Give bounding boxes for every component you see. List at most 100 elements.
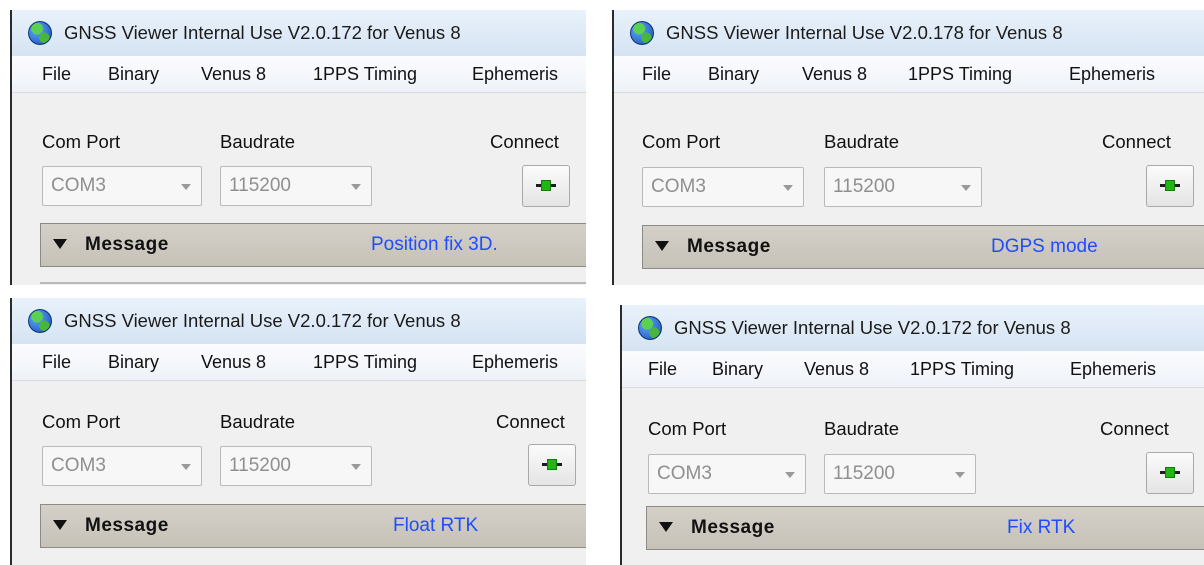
chevron-down-icon bbox=[181, 184, 191, 190]
menu-ephemeris[interactable]: Ephemeris bbox=[1069, 64, 1155, 85]
title-bar[interactable]: GNSS Viewer Internal Use V2.0.172 for Ve… bbox=[12, 10, 586, 57]
baudrate-label: Baudrate bbox=[220, 411, 296, 432]
status-text: Fix RTK bbox=[1007, 517, 1076, 538]
menu-venus8[interactable]: Venus 8 bbox=[802, 64, 867, 85]
window-panel-bottom-left: GNSS Viewer Internal Use V2.0.172 for Ve… bbox=[10, 298, 586, 565]
menu-1pps-timing[interactable]: 1PPS Timing bbox=[313, 352, 417, 373]
content-area: Com Port Baudrate Connect COM3 115200 Me… bbox=[614, 93, 1204, 285]
menu-1pps-timing[interactable]: 1PPS Timing bbox=[908, 64, 1012, 85]
com-port-select[interactable]: COM3 bbox=[42, 166, 202, 206]
connect-button[interactable] bbox=[528, 444, 576, 486]
status-text: Position fix 3D. bbox=[371, 234, 498, 255]
baudrate-value: 115200 bbox=[229, 175, 291, 196]
title-bar[interactable]: GNSS Viewer Internal Use V2.0.178 for Ve… bbox=[614, 10, 1204, 57]
baudrate-select[interactable]: 115200 bbox=[220, 166, 372, 206]
triangle-down-icon bbox=[659, 522, 673, 532]
com-port-label: Com Port bbox=[42, 411, 121, 432]
connect-button[interactable] bbox=[522, 165, 570, 207]
menu-binary[interactable]: Binary bbox=[108, 64, 159, 85]
globe-icon bbox=[28, 21, 52, 45]
baudrate-value: 115200 bbox=[833, 463, 895, 484]
com-port-value: COM3 bbox=[51, 455, 106, 476]
com-port-select[interactable]: COM3 bbox=[648, 454, 806, 494]
menu-file[interactable]: File bbox=[42, 64, 71, 85]
chevron-down-icon bbox=[955, 472, 965, 478]
triangle-down-icon bbox=[53, 239, 67, 249]
message-label: Message bbox=[85, 515, 169, 536]
menu-bar: File Binary Venus 8 1PPS Timing Ephemeri… bbox=[614, 56, 1204, 93]
menu-ephemeris[interactable]: Ephemeris bbox=[1070, 359, 1156, 380]
com-port-value: COM3 bbox=[651, 176, 706, 197]
menu-binary[interactable]: Binary bbox=[108, 352, 159, 373]
triangle-down-icon bbox=[655, 241, 669, 251]
content-area: Com Port Baudrate Connect COM3 115200 Me… bbox=[622, 388, 1204, 565]
window-title: GNSS Viewer Internal Use V2.0.178 for Ve… bbox=[666, 22, 1063, 43]
status-text: DGPS mode bbox=[991, 236, 1098, 257]
chevron-down-icon bbox=[351, 184, 361, 190]
com-port-select[interactable]: COM3 bbox=[42, 446, 202, 486]
globe-icon bbox=[630, 21, 654, 45]
baudrate-select[interactable]: 115200 bbox=[824, 167, 982, 207]
window-panel-top-right: GNSS Viewer Internal Use V2.0.178 for Ve… bbox=[612, 10, 1204, 285]
menu-venus8[interactable]: Venus 8 bbox=[804, 359, 869, 380]
chevron-down-icon bbox=[181, 464, 191, 470]
divider bbox=[40, 282, 586, 284]
plug-icon bbox=[536, 180, 556, 191]
triangle-down-icon bbox=[53, 520, 67, 530]
menu-file[interactable]: File bbox=[42, 352, 71, 373]
baudrate-value: 115200 bbox=[833, 176, 895, 197]
connect-button[interactable] bbox=[1146, 165, 1194, 207]
menu-venus8[interactable]: Venus 8 bbox=[201, 352, 266, 373]
baudrate-select[interactable]: 115200 bbox=[220, 446, 372, 486]
com-port-select[interactable]: COM3 bbox=[642, 167, 804, 207]
window-panel-top-left: GNSS Viewer Internal Use V2.0.172 for Ve… bbox=[10, 10, 586, 285]
menu-venus8[interactable]: Venus 8 bbox=[201, 64, 266, 85]
chevron-down-icon bbox=[351, 464, 361, 470]
message-bar[interactable]: Message Position fix 3D. bbox=[40, 223, 586, 267]
title-bar[interactable]: GNSS Viewer Internal Use V2.0.172 for Ve… bbox=[12, 298, 586, 345]
plug-icon bbox=[1160, 467, 1180, 478]
globe-icon bbox=[638, 316, 662, 340]
menu-binary[interactable]: Binary bbox=[712, 359, 763, 380]
status-text: Float RTK bbox=[393, 515, 479, 536]
menu-1pps-timing[interactable]: 1PPS Timing bbox=[313, 64, 417, 85]
com-port-label: Com Port bbox=[642, 131, 721, 152]
chevron-down-icon bbox=[785, 472, 795, 478]
baudrate-label: Baudrate bbox=[220, 131, 296, 152]
message-bar[interactable]: Message Fix RTK bbox=[646, 506, 1204, 550]
chevron-down-icon bbox=[961, 185, 971, 191]
message-label: Message bbox=[691, 517, 775, 538]
menu-ephemeris[interactable]: Ephemeris bbox=[472, 64, 558, 85]
chevron-down-icon bbox=[783, 185, 793, 191]
menu-bar: File Binary Venus 8 1PPS Timing Ephemeri… bbox=[12, 344, 586, 381]
menu-file[interactable]: File bbox=[648, 359, 677, 380]
com-port-label: Com Port bbox=[648, 418, 727, 439]
baudrate-select[interactable]: 115200 bbox=[824, 454, 976, 494]
com-port-value: COM3 bbox=[657, 463, 712, 484]
menu-binary[interactable]: Binary bbox=[708, 64, 759, 85]
connect-label: Connect bbox=[1102, 131, 1171, 152]
window-title: GNSS Viewer Internal Use V2.0.172 for Ve… bbox=[674, 317, 1071, 338]
message-label: Message bbox=[687, 236, 771, 257]
menu-bar: File Binary Venus 8 1PPS Timing Ephemeri… bbox=[622, 351, 1204, 388]
plug-icon bbox=[1160, 180, 1180, 191]
connect-button[interactable] bbox=[1146, 452, 1194, 494]
baudrate-label: Baudrate bbox=[824, 131, 900, 152]
menu-file[interactable]: File bbox=[642, 64, 671, 85]
title-bar[interactable]: GNSS Viewer Internal Use V2.0.172 for Ve… bbox=[622, 305, 1204, 352]
menu-ephemeris[interactable]: Ephemeris bbox=[472, 352, 558, 373]
com-port-label: Com Port bbox=[42, 131, 121, 152]
globe-icon bbox=[28, 309, 52, 333]
com-port-value: COM3 bbox=[51, 175, 106, 196]
menu-1pps-timing[interactable]: 1PPS Timing bbox=[910, 359, 1014, 380]
connect-label: Connect bbox=[496, 411, 565, 432]
message-bar[interactable]: Message DGPS mode bbox=[642, 225, 1204, 269]
window-title: GNSS Viewer Internal Use V2.0.172 for Ve… bbox=[64, 22, 461, 43]
window-title: GNSS Viewer Internal Use V2.0.172 for Ve… bbox=[64, 310, 461, 331]
connect-label: Connect bbox=[490, 131, 559, 152]
message-bar[interactable]: Message Float RTK bbox=[40, 504, 586, 548]
plug-icon bbox=[542, 459, 562, 470]
connect-label: Connect bbox=[1100, 418, 1169, 439]
baudrate-value: 115200 bbox=[229, 455, 291, 476]
menu-bar: File Binary Venus 8 1PPS Timing Ephemeri… bbox=[12, 56, 586, 93]
